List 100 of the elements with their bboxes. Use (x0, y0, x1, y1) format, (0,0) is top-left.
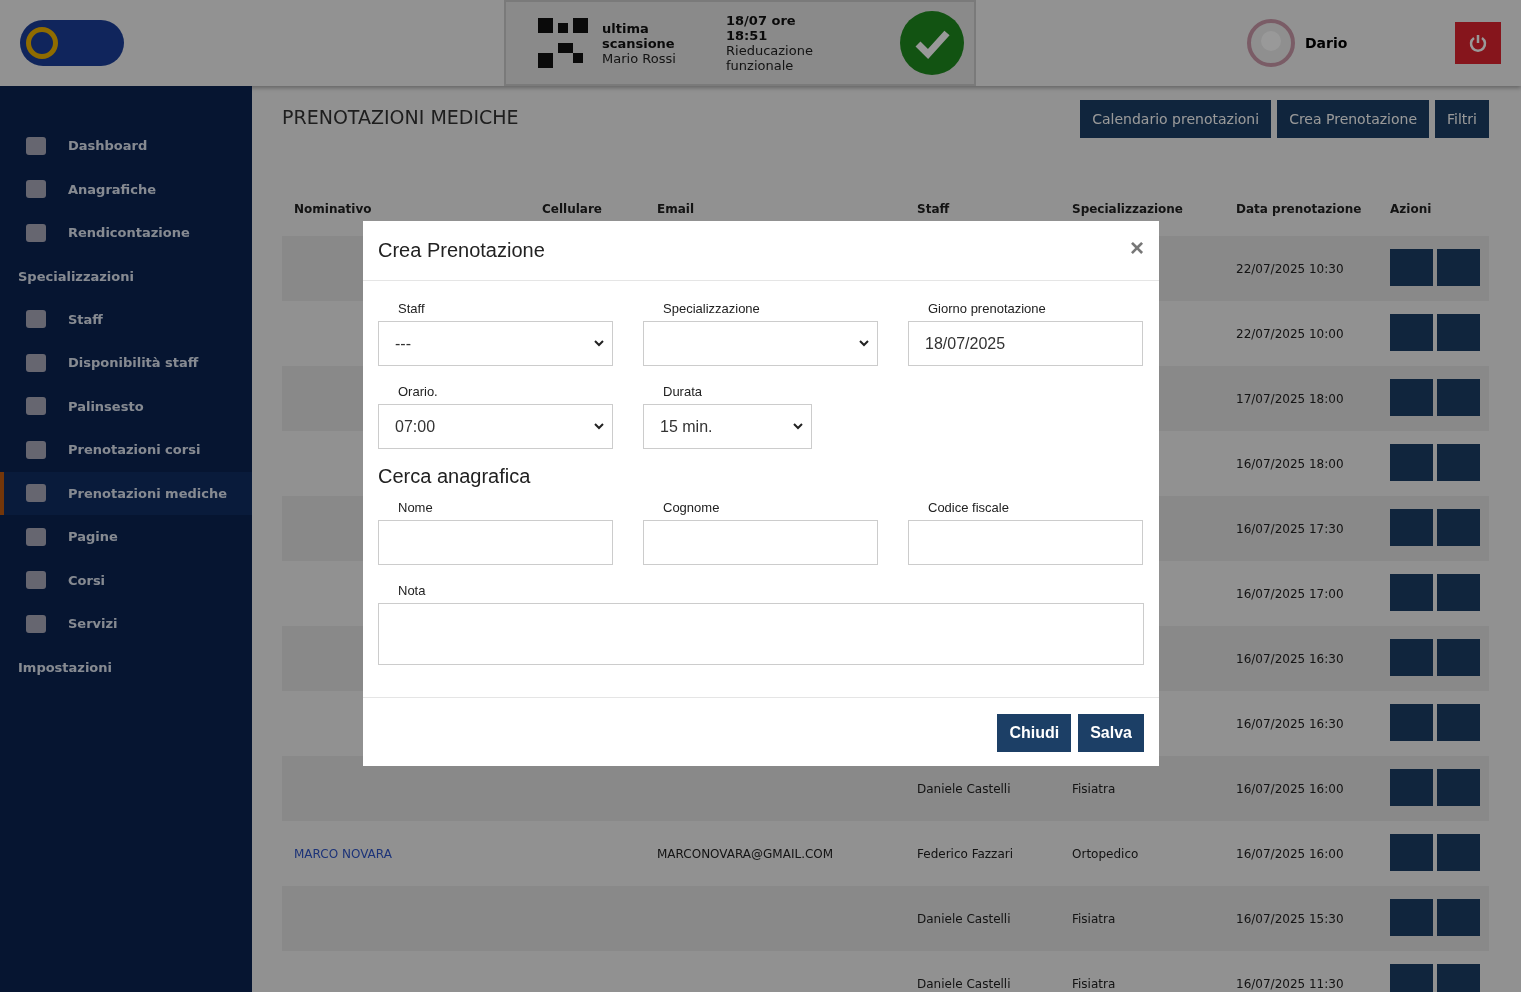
table-cell: 22/07/2025 10:30 (1224, 236, 1378, 301)
menu-icon (26, 614, 46, 633)
menu-icon (26, 180, 46, 199)
select-field[interactable]: 15 min. (643, 404, 812, 449)
table-cell: Fisiatra (1072, 781, 1116, 796)
field-label: Staff (397, 301, 426, 316)
delete-button[interactable] (1437, 769, 1480, 806)
dialog-button[interactable]: Salva (1078, 714, 1144, 752)
column-header: Cellulare (541, 201, 603, 218)
table-cell: Fisiatra (1072, 976, 1116, 991)
delete-button[interactable] (1437, 509, 1480, 546)
sidebar-item[interactable]: Prenotazioni mediche (0, 471, 252, 515)
sidebar-item[interactable]: Anagrafiche (0, 167, 252, 211)
edit-button[interactable] (1390, 899, 1433, 936)
delete-button[interactable] (1437, 574, 1480, 611)
menu-icon (26, 440, 46, 459)
date-field[interactable]: 18/07/2025 (908, 321, 1143, 366)
input-field[interactable] (908, 520, 1143, 565)
menu-icon (26, 484, 46, 503)
edit-button[interactable] (1390, 639, 1433, 676)
edit-button[interactable] (1390, 249, 1433, 286)
input-field[interactable] (643, 520, 878, 565)
table-cell: Daniele Castelli (917, 976, 1011, 991)
edit-button[interactable] (1390, 574, 1433, 611)
edit-button[interactable] (1390, 769, 1433, 806)
scan-time: 18/07 ore 18:51 (726, 13, 797, 43)
chevron-icon (793, 423, 803, 430)
column-header: Email (656, 201, 696, 218)
chevron-icon (594, 423, 604, 430)
sidebar-item[interactable]: Disponibilità staff (0, 341, 252, 385)
table-cell: Federico Fazzari (917, 846, 1014, 861)
delete-button[interactable] (1437, 964, 1480, 992)
edit-button[interactable] (1390, 509, 1433, 546)
edit-button[interactable] (1390, 964, 1433, 992)
table-cell: Daniele Castelli (917, 781, 1011, 796)
column-header: Specializzazione (1060, 196, 1224, 236)
menu-icon (26, 571, 46, 590)
sidebar-item[interactable]: Palinsesto (0, 384, 252, 428)
column-header: Staff (916, 201, 951, 218)
delete-button[interactable] (1437, 899, 1480, 936)
table-cell: 16/07/2025 16:00 (1224, 756, 1378, 821)
delete-button[interactable] (1437, 314, 1480, 351)
table-cell: 16/07/2025 16:30 (1224, 626, 1378, 691)
scan-person: Mario Rossi (602, 50, 677, 66)
sidebar-item[interactable]: Rendicontazione (0, 211, 252, 255)
table-cell: MARCONOVARA@GMAIL.COM (657, 846, 834, 861)
power-icon (1468, 33, 1488, 53)
table-cell: 16/07/2025 16:30 (1224, 691, 1378, 756)
menu-icon (26, 397, 46, 416)
patient-link[interactable]: MARCO NOVARA (294, 846, 392, 861)
logo-icon (20, 20, 124, 66)
avatar-icon (1247, 19, 1295, 67)
delete-button[interactable] (1437, 704, 1480, 741)
column-header: Nominativo (282, 196, 530, 236)
dialog-button[interactable]: Chiudi (997, 714, 1072, 752)
sidebar-section[interactable]: Impostazioni (0, 645, 252, 689)
edit-button[interactable] (1390, 314, 1433, 351)
toolbar-button[interactable]: Calendario prenotazioni (1080, 100, 1272, 138)
sidebar-item[interactable]: Prenotazioni corsi (0, 428, 252, 472)
input-field[interactable] (378, 520, 613, 565)
column-header: Azioni (1378, 196, 1489, 236)
qr-code-icon (538, 18, 588, 68)
table-cell: 16/07/2025 15:30 (1224, 886, 1378, 951)
page-title: PRENOTAZIONI MEDICHE (282, 106, 519, 128)
edit-button[interactable] (1390, 704, 1433, 741)
select-field[interactable]: 07:00 (378, 404, 613, 449)
table-cell: 16/07/2025 11:30 (1224, 951, 1378, 992)
delete-button[interactable] (1437, 834, 1480, 871)
table-cell: Fisiatra (1072, 911, 1116, 926)
sidebar-item[interactable]: Corsi (0, 558, 252, 602)
logout-button[interactable] (1455, 22, 1501, 64)
table-cell: 17/07/2025 18:00 (1224, 366, 1378, 431)
toolbar-button[interactable]: Filtri (1435, 100, 1489, 138)
field-label: Specializzazione (662, 301, 761, 316)
delete-button[interactable] (1437, 444, 1480, 481)
field-label: Orario. (397, 384, 439, 399)
edit-button[interactable] (1390, 834, 1433, 871)
delete-button[interactable] (1437, 639, 1480, 676)
sidebar-item[interactable]: Staff (0, 297, 252, 341)
close-button[interactable]: × (1130, 233, 1144, 262)
sidebar-item[interactable]: Dashboard (0, 124, 252, 168)
delete-button[interactable] (1437, 249, 1480, 286)
scan-label: ultima scansione (602, 20, 676, 51)
table-cell: 16/07/2025 17:30 (1224, 496, 1378, 561)
menu-icon (26, 353, 46, 372)
table-cell: 22/07/2025 10:00 (1224, 301, 1378, 366)
table-cell: 16/07/2025 16:00 (1224, 821, 1378, 886)
field-label: Nome (397, 500, 434, 515)
delete-button[interactable] (1437, 379, 1480, 416)
select-field[interactable]: --- (378, 321, 613, 366)
edit-button[interactable] (1390, 444, 1433, 481)
note-field[interactable] (378, 603, 1144, 665)
toolbar-button[interactable]: Crea Prenotazione (1277, 100, 1430, 138)
table-cell: Ortopedico (1072, 846, 1139, 861)
sidebar-item[interactable]: Servizi (0, 602, 252, 646)
edit-button[interactable] (1390, 379, 1433, 416)
field-label: Nota (397, 583, 427, 598)
select-field[interactable] (643, 321, 878, 366)
sidebar-section[interactable]: Specializzazioni (0, 254, 252, 298)
sidebar-item[interactable]: Pagine (0, 515, 252, 559)
